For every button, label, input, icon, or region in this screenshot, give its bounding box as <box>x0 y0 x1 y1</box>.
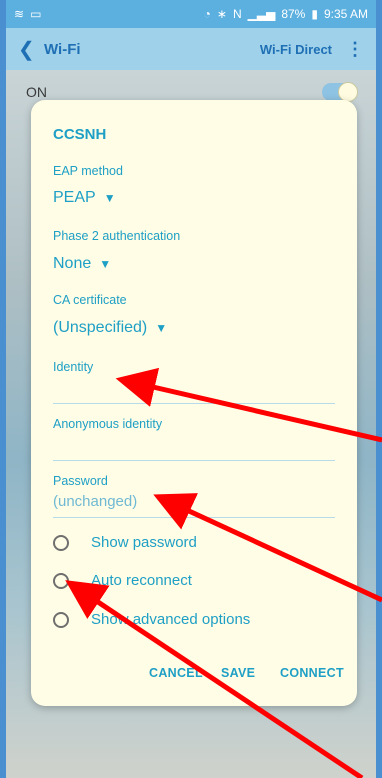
save-button[interactable]: SAVE <box>221 666 255 680</box>
status-right: ◔ ∗ N ▁▃▅ 87% ▮ 9:35 AM <box>204 7 368 21</box>
identity-underline <box>53 403 335 404</box>
toggle-knob <box>338 82 358 102</box>
anonymous-identity-input[interactable] <box>53 437 335 459</box>
wifi-toggle[interactable] <box>322 82 358 102</box>
auto-reconnect-radio[interactable] <box>53 572 69 589</box>
identity-input[interactable] <box>53 380 335 402</box>
wifi-icon: ≋ <box>14 7 25 21</box>
ca-certificate-select[interactable]: (Unspecified) ▼ <box>53 319 167 337</box>
cancel-button[interactable]: CANCEL <box>149 666 203 680</box>
dialog-title: CCSNH <box>53 126 107 143</box>
anonymous-identity-underline <box>53 460 335 461</box>
time: 9:35 AM <box>323 7 368 21</box>
advanced-options-radio[interactable] <box>53 611 69 628</box>
eap-method-select[interactable]: PEAP ▼ <box>53 189 116 207</box>
phase2-select[interactable]: None ▼ <box>53 255 111 273</box>
password-input[interactable]: (unchanged) <box>53 493 137 510</box>
status-bar: ≋ ▭ ◔ ∗ N ▁▃▅ 87% ▮ 9:35 AM <box>6 0 376 28</box>
ca-certificate-value: (Unspecified) <box>53 319 148 336</box>
app-bar: ❮ Wi-Fi Wi-Fi Direct ⋮ <box>6 28 376 70</box>
dialog-buttons: CANCEL SAVE CONNECT <box>31 666 357 686</box>
auto-reconnect-label: Auto reconnect <box>91 572 192 589</box>
nfc-icon: N <box>232 7 242 21</box>
phase2-value: None <box>53 255 92 272</box>
connect-button[interactable]: CONNECT <box>280 666 344 680</box>
eap-method-value: PEAP <box>53 189 96 206</box>
show-password-label: Show password <box>91 534 197 551</box>
page-title: Wi-Fi <box>44 40 81 58</box>
password-underline <box>53 517 335 518</box>
advanced-options-label: Show advanced options <box>91 611 251 628</box>
back-icon[interactable]: ❮ <box>18 37 44 62</box>
caret-down-icon: ▼ <box>155 320 168 335</box>
battery-icon: ▮ <box>311 7 318 21</box>
phase2-label: Phase 2 authentication <box>53 229 181 243</box>
status-left: ≋ ▭ <box>14 7 41 21</box>
show-password-option[interactable]: Show password <box>53 534 197 551</box>
ca-certificate-label: CA certificate <box>53 293 127 307</box>
image-icon: ▭ <box>30 7 42 21</box>
bluetooth-icon: ∗ <box>216 7 227 21</box>
more-vert-icon[interactable]: ⋮ <box>346 39 364 60</box>
caret-down-icon: ▼ <box>103 190 116 205</box>
wifi-direct-button[interactable]: Wi-Fi Direct <box>260 42 332 57</box>
anonymous-identity-label: Anonymous identity <box>53 417 163 431</box>
password-label: Password <box>53 474 108 488</box>
signal-icon: ▁▃▅ <box>247 7 276 21</box>
show-password-radio[interactable] <box>53 534 69 551</box>
identity-label: Identity <box>53 360 94 374</box>
battery-percent: 87% <box>281 7 306 21</box>
eap-method-label: EAP method <box>53 164 123 178</box>
auto-reconnect-option[interactable]: Auto reconnect <box>53 572 192 589</box>
caret-down-icon: ▼ <box>99 256 112 271</box>
advanced-options-option[interactable]: Show advanced options <box>53 611 250 628</box>
alarm-icon: ◔ <box>203 7 211 21</box>
on-label: ON <box>26 84 47 100</box>
wifi-dialog: CCSNH EAP method PEAP ▼ Phase 2 authentic… <box>31 100 357 706</box>
